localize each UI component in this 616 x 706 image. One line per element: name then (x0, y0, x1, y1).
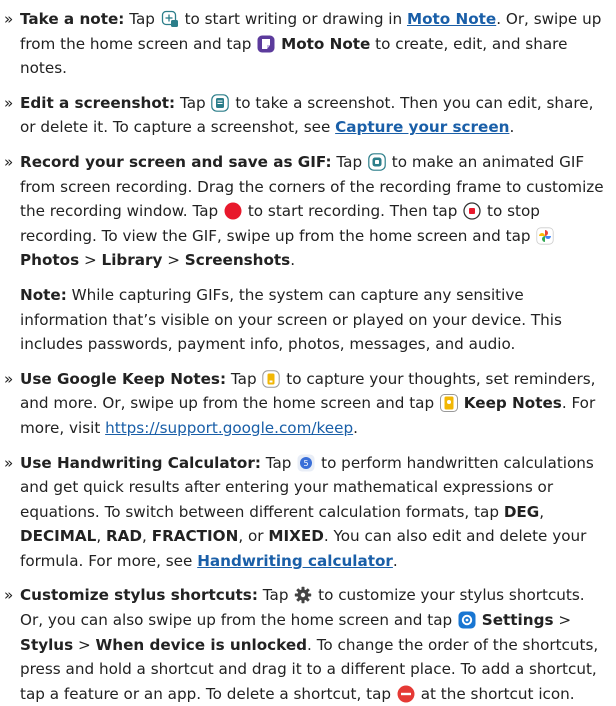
item-text: Tap (265, 453, 292, 472)
bullet-marker: » (4, 586, 14, 605)
item-title: Take a note: (20, 10, 125, 28)
settings-label: Settings (481, 611, 554, 630)
library-label: Library (101, 251, 163, 270)
bullet-marker: » (4, 93, 14, 112)
keep-notes-icon (262, 370, 281, 388)
bullet-marker: » (4, 152, 14, 171)
plus-note-icon (161, 10, 179, 28)
decimal-option: DECIMAL (20, 527, 97, 546)
item-text: to start recording. Then tap (247, 202, 458, 221)
item-text: . (392, 551, 398, 570)
path-separator: > (167, 251, 180, 270)
handwriting-calculator-link[interactable]: Handwriting calculator (197, 552, 393, 570)
screenshots-label: Screenshots (184, 251, 291, 270)
path-separator: > (558, 611, 572, 630)
moto-note-link[interactable]: Moto Note (407, 10, 496, 28)
keep-notes-app-icon (439, 394, 458, 413)
item-text: at the shortcut icon. (420, 684, 575, 703)
deg-option: DEG (503, 502, 540, 521)
svg-text:5: 5 (304, 459, 309, 468)
calculator-icon: 5 (297, 454, 315, 472)
path-separator: > (83, 251, 97, 270)
item-text: , or (238, 527, 264, 546)
rad-option: RAD (105, 527, 143, 546)
item-title: Customize stylus shortcuts: (20, 586, 258, 605)
list-item-google-keep: » Use Google Keep Notes: Tap to capture … (4, 367, 612, 441)
item-text: . (290, 251, 296, 270)
gif-privacy-note: Note: While capturing GIFs, the system c… (4, 283, 612, 357)
item-text: , (96, 527, 102, 546)
fraction-option: FRACTION (151, 527, 239, 546)
bullet-marker: » (4, 453, 14, 472)
stylus-label: Stylus (20, 635, 74, 654)
list-item-edit-screenshot: » Edit a screenshot: Tap to take a scree… (4, 91, 612, 140)
item-text: Tap (230, 369, 257, 388)
stop-button-icon (463, 202, 481, 220)
path-separator: > (77, 635, 91, 654)
item-title: Use Handwriting Calculator: (20, 453, 261, 472)
item-text: . (509, 118, 515, 137)
photos-label: Photos (20, 251, 80, 270)
screenshot-icon (211, 93, 230, 112)
gif-record-icon (368, 153, 386, 171)
item-text: , (142, 527, 147, 546)
item-text: Tap (262, 586, 289, 605)
list-item-stylus-shortcuts: » Customize stylus shortcuts: Tap to cus… (4, 583, 612, 706)
when-device-unlocked-label: When device is unlocked (95, 635, 308, 654)
moto-note-app-label: Moto Note (281, 34, 371, 53)
list-item-record-gif: » Record your screen and save as GIF: Ta… (4, 150, 612, 273)
list-item-handwriting-calculator: » Use Handwriting Calculator: Tap 5 to p… (4, 451, 612, 574)
record-button-icon (224, 202, 242, 220)
item-text: , (539, 502, 545, 521)
note-title: Note: (20, 285, 67, 304)
capture-your-screen-link[interactable]: Capture your screen (335, 118, 509, 136)
settings-icon (458, 611, 476, 629)
stylus-features-page: » Take a note: Tap to start writing or d… (0, 0, 616, 706)
item-text: to start writing or drawing in (184, 10, 403, 28)
item-text: Tap (179, 93, 206, 112)
bullet-marker: » (4, 10, 14, 28)
note-text: While capturing GIFs, the system can cap… (20, 285, 562, 354)
mixed-option: MIXED (268, 527, 324, 546)
minus-circle-icon (397, 685, 415, 703)
list-item-take-a-note: » Take a note: Tap to start writing or d… (4, 7, 612, 81)
item-title: Edit a screenshot: (20, 93, 176, 112)
item-title: Record your screen and save as GIF: (20, 152, 332, 171)
item-text: Tap (336, 152, 363, 171)
google-keep-support-link[interactable]: https://support.google.com/keep (105, 419, 353, 437)
item-text: Tap (129, 10, 155, 28)
item-title: Use Google Keep Notes: (20, 369, 227, 388)
item-text: . (353, 418, 358, 437)
bullet-marker: » (4, 369, 14, 388)
keep-notes-app-label: Keep Notes (463, 394, 562, 413)
moto-note-icon (257, 35, 275, 53)
gear-icon (294, 586, 312, 604)
photos-icon (536, 227, 554, 245)
